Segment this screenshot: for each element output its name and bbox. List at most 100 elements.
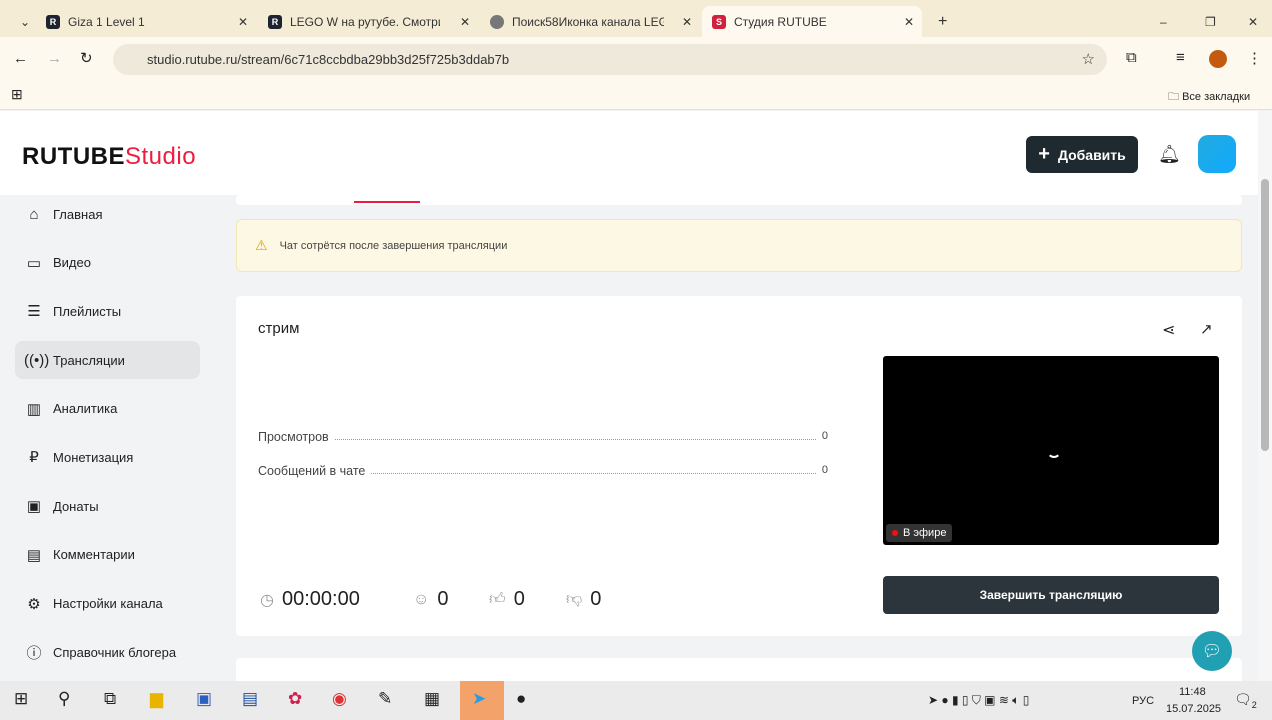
live-badge: В эфире <box>886 524 953 542</box>
scrollbar-thumb[interactable] <box>1261 179 1269 451</box>
close-icon[interactable]: ✕ <box>682 15 692 29</box>
sidebar-item-analytics[interactable]: ▥ Аналитика <box>15 390 200 428</box>
extensions-icon[interactable]: ⧉ <box>1126 49 1137 66</box>
avatar[interactable] <box>1198 135 1236 173</box>
sidebar-item-settings[interactable]: ⚙ Настройки канала <box>15 585 200 623</box>
external-link-icon[interactable]: ↗ <box>1200 320 1213 338</box>
close-icon[interactable]: ✕ <box>238 15 248 29</box>
ruble-icon: ₽ <box>29 449 39 467</box>
restore-button[interactable]: ❐ <box>1195 6 1226 37</box>
duration-metric: ◷ 00:00:00 <box>260 588 360 611</box>
sidebar: ⌂ Главная ▭ Видео ☰ Плейлисты ((•)) Трансляц… <box>0 195 215 682</box>
paint-icon[interactable]: ✎ <box>378 689 392 709</box>
bell-icon[interactable]: 🔔︎ <box>1158 144 1181 165</box>
rutube-icon: R <box>46 14 60 29</box>
nav-label: Монетизация <box>53 449 134 465</box>
menu-icon[interactable]: ⋮ <box>1247 49 1262 67</box>
sidebar-item-guide[interactable]: ⓘ Справочник блогера <box>15 633 200 671</box>
video-icon: ▭ <box>26 254 42 272</box>
all-bookmarks[interactable]: 🗀 Все закладки <box>1168 88 1250 107</box>
sidebar-item-comments[interactable]: ▤ Комментарии <box>15 536 200 574</box>
browser-tab-active[interactable]: S Студия RUTUBE ✕ <box>702 6 922 37</box>
nav-label: Справочник блогера <box>53 644 177 660</box>
telegram-icon[interactable]: ➤ <box>460 681 504 720</box>
nav-label: Видео <box>53 255 91 271</box>
url-input[interactable]: studio.rutube.ru/stream/6c71c8ccbdba29bb… <box>113 44 1107 75</box>
scrollbar[interactable] <box>1258 111 1272 681</box>
end-stream-button[interactable]: Завершить трансляцию <box>883 576 1219 614</box>
clock-time[interactable]: 11:48 <box>1179 686 1206 698</box>
share-icon[interactable]: ⋖ <box>1162 320 1175 340</box>
video-player[interactable]: В эфире <box>883 356 1219 545</box>
close-icon[interactable]: ✕ <box>904 15 914 29</box>
minimize-button[interactable]: – <box>1150 6 1177 37</box>
browser-tab[interactable]: Поиск58Иконка канала LEGO ✕ <box>480 6 700 37</box>
save-app-icon[interactable]: ▣ <box>196 689 212 709</box>
browser-tab[interactable]: R LEGO W на рутубе. Смотрите в ✕ <box>258 6 478 37</box>
language-indicator[interactable]: РУС <box>1132 695 1154 707</box>
dislikes-metric: 👎︎ 0 <box>566 588 601 611</box>
apps-icon[interactable]: ⊞ <box>11 86 23 103</box>
active-tab-indicator <box>354 201 420 203</box>
user-icon: ☺ <box>413 590 430 608</box>
obs-icon[interactable]: ● <box>516 689 526 709</box>
app-icon[interactable]: ✿ <box>288 689 302 709</box>
store-icon[interactable]: ▤ <box>242 689 258 709</box>
likes-value: 0 <box>513 588 525 610</box>
loading-spinner-icon <box>1047 444 1061 458</box>
app2-icon[interactable]: ▦ <box>424 689 440 709</box>
warning-icon: ⚠ <box>255 237 268 253</box>
donate-icon: ▣ <box>26 498 42 516</box>
logo-accent: Studio <box>125 143 197 170</box>
forward-icon[interactable]: → <box>47 50 62 67</box>
notifications-icon[interactable]: 🗨︎2 <box>1234 691 1257 710</box>
url-text: studio.rutube.ru/stream/6c71c8ccbdba29bb… <box>147 52 510 67</box>
browser-tab[interactable]: R Giza 1 Level 1 ✕ <box>36 6 256 37</box>
info-icon: ⓘ <box>26 644 42 662</box>
studio-app: RUTUBEStudio + Добавить 🔔︎ ⌂ Главная ▭ Виде… <box>0 111 1272 688</box>
likes-metric: 👍︎ 0 <box>489 588 525 611</box>
search-icon[interactable]: ⚲ <box>58 689 70 709</box>
duration-value: 00:00:00 <box>281 588 360 610</box>
profile-icon[interactable] <box>1209 50 1227 68</box>
sidebar-item-home[interactable]: ⌂ Главная <box>15 195 200 233</box>
media-icon[interactable]: ≡ <box>1176 49 1185 66</box>
close-icon[interactable]: ✕ <box>460 15 470 29</box>
stream-card: стрим ⋖ ↗ Просмотров 0 Сообщений в чате 0 … <box>236 296 1242 636</box>
globe-icon <box>490 14 504 29</box>
clock-date[interactable]: 15.07.2025 <box>1166 703 1221 715</box>
gear-icon: ⚙ <box>27 595 41 613</box>
reload-icon[interactable]: ↻ <box>80 49 93 67</box>
tray-icons[interactable]: ➤ ● ▮ ▯ ⛉ ▣ ≋ 🔈︎ ▯ <box>928 693 1029 708</box>
logo[interactable]: RUTUBEStudio <box>22 143 196 171</box>
back-icon[interactable]: ← <box>13 50 28 67</box>
chrome-icon[interactable]: ◉ <box>332 689 347 709</box>
stream-title: стрим <box>258 320 300 337</box>
address-bar-row: ← → ↻ studio.rutube.ru/stream/6c71c8ccbd… <box>0 37 1272 82</box>
sidebar-item-video[interactable]: ▭ Видео <box>15 244 200 282</box>
star-icon[interactable]: ☆ <box>1082 50 1095 68</box>
tabs-card <box>236 195 1242 205</box>
sidebar-item-monetization[interactable]: ₽ Монетизация <box>15 438 200 476</box>
add-label: Добавить <box>1057 146 1126 163</box>
comment-icon: ▤ <box>26 546 42 564</box>
viewers-metric: ☺ 0 <box>413 588 448 611</box>
sidebar-item-playlists[interactable]: ☰ Плейлисты <box>15 292 200 330</box>
new-tab-button[interactable]: + <box>928 6 957 37</box>
taskbar: ⊞ ⚲ ⧉ ▆ ▣ ▤ ✿ ◉ ✎ ▦ ➤ ● ➤ ● ▮ ▯ ⛉ ▣ ≋ 🔈︎… <box>0 681 1272 720</box>
views-label: Просмотров <box>258 430 329 444</box>
add-button[interactable]: + Добавить <box>1026 136 1138 173</box>
bookmarks-bar: ⊞ 🗀 Все закладки <box>0 82 1272 110</box>
file-explorer-icon[interactable]: ▆ <box>150 689 163 709</box>
windows-start-icon[interactable]: ⊞ <box>14 689 28 709</box>
nav-label: Главная <box>53 206 103 222</box>
chat-stat: Сообщений в чате 0 <box>258 464 828 478</box>
close-window-button[interactable]: ✕ <box>1238 6 1268 37</box>
sidebar-item-broadcasts[interactable]: ((•)) Трансляции <box>15 341 200 380</box>
task-view-icon[interactable]: ⧉ <box>104 689 116 709</box>
header: RUTUBEStudio + Добавить 🔔︎ <box>0 111 1258 195</box>
chart-icon: ▥ <box>26 400 42 418</box>
help-chat-button[interactable]: 💬︎ <box>1192 631 1232 671</box>
nav-label: Настройки канала <box>53 596 163 611</box>
sidebar-item-donations[interactable]: ▣ Донаты <box>15 487 200 525</box>
